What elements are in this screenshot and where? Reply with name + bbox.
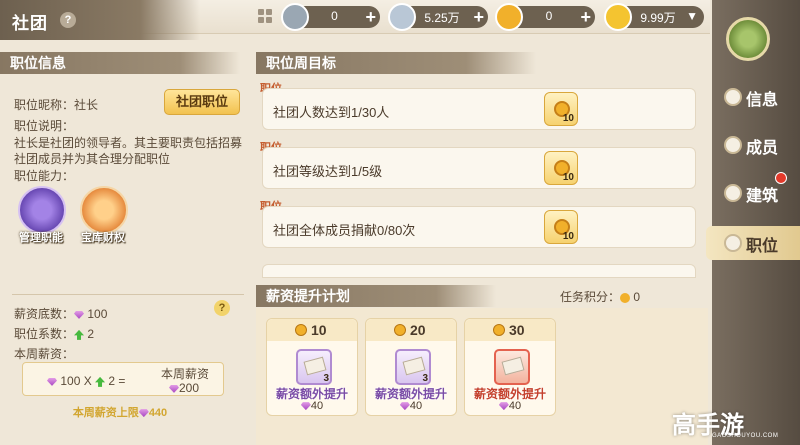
- nav-item-info[interactable]: 信息: [712, 80, 800, 114]
- members-icon: [724, 136, 742, 154]
- chevron-down-icon[interactable]: ▼: [686, 9, 698, 23]
- weekly-salary-label: 本周薪资：: [14, 347, 75, 361]
- title-tab: 社团 ?: [0, 0, 200, 40]
- grid-menu-icon[interactable]: [258, 9, 272, 23]
- goal-card: 社团等级达到1/5级: [262, 147, 696, 189]
- gold-gem-icon: [604, 3, 632, 31]
- arrow-up-icon: [95, 376, 106, 387]
- page-title: 社团: [12, 14, 48, 33]
- goal-card: 社团人数达到1/30人: [262, 88, 696, 130]
- salary-reward-card[interactable]: 20 3 薪资额外提升 40: [365, 318, 457, 416]
- divider: [12, 294, 244, 295]
- weekly-salary-cap: 本周薪资上限 440: [72, 407, 168, 419]
- task-score: 任务积分： 0: [560, 290, 641, 304]
- management-ability-icon[interactable]: [18, 186, 66, 234]
- position-nickname: 职位昵称：社长: [14, 98, 99, 112]
- gold-coin-icon: [495, 3, 523, 31]
- nav-item-members[interactable]: 成员: [712, 128, 800, 162]
- goal-text: 社团全体成员捐献0/80次: [273, 223, 416, 238]
- ability-label: 宝库财权: [81, 232, 125, 244]
- weekly-salary-title: 本周薪资: [161, 367, 210, 381]
- coin-icon: [493, 324, 505, 336]
- position-desc-label: 职位说明：: [14, 119, 75, 133]
- chat-icon: [724, 88, 742, 106]
- club-position-button[interactable]: 社团职位: [164, 89, 240, 115]
- section-title-weekly-goals: 职位周目标: [256, 52, 536, 74]
- silver-medal-icon: [281, 3, 309, 31]
- gem-icon: [169, 384, 179, 393]
- currency-silver-medal: 0 +: [281, 3, 380, 31]
- watermark-url: GAOSHOUYOU.COM: [712, 433, 779, 439]
- salary-help-icon[interactable]: ?: [214, 300, 230, 316]
- book-icon: [494, 349, 530, 385]
- nav-item-position[interactable]: 职位: [706, 226, 800, 260]
- salary-base-row: 薪资底数： 100: [14, 307, 108, 321]
- gem-icon: [138, 409, 149, 418]
- position-ability-label: 职位能力：: [14, 169, 75, 183]
- medal-reward-icon[interactable]: 10: [544, 92, 578, 126]
- notification-badge: [775, 172, 787, 184]
- gem-icon: [399, 402, 410, 411]
- compass-icon[interactable]: [726, 17, 770, 61]
- section-title-salary-plan: 薪资提升计划: [256, 285, 496, 307]
- gem-icon: [47, 377, 57, 386]
- building-icon: [724, 184, 742, 202]
- add-currency-button[interactable]: +: [580, 6, 591, 28]
- treasury-ability-icon[interactable]: [80, 186, 128, 234]
- coin-icon: [620, 292, 631, 303]
- goal-card: 社团全体成员捐献0/80次: [262, 206, 696, 248]
- gem-icon: [498, 402, 509, 411]
- medal-reward-icon[interactable]: 10: [544, 151, 578, 185]
- scroll-icon: 3: [296, 349, 332, 385]
- salary-reward-card[interactable]: 10 3 薪资额外提升 40: [266, 318, 358, 416]
- position-icon: [724, 234, 742, 252]
- section-title-position-info: 职位信息: [0, 52, 240, 74]
- currency-silver-coin: 5.25万 +: [388, 3, 488, 31]
- currency-gold-coin: 0 +: [495, 3, 595, 31]
- position-description: 社长是社团的领导者。其主要职责包括招募社团成员并为其合理分配职位: [14, 136, 243, 166]
- coin-icon: [295, 324, 307, 336]
- goal-text: 社团等级达到1/5级: [273, 164, 383, 179]
- add-currency-button[interactable]: +: [365, 6, 376, 28]
- side-nav: [712, 0, 800, 445]
- salary-coef-row: 职位系数： 2: [14, 327, 95, 341]
- goal-card-partial: [262, 264, 696, 278]
- gem-icon: [74, 310, 85, 319]
- goal-text: 社团人数达到1/30人: [273, 105, 390, 120]
- salary-reward-card[interactable]: 30 薪资额外提升 40: [464, 318, 556, 416]
- add-currency-button[interactable]: +: [473, 6, 484, 28]
- nav-item-building[interactable]: 建筑: [712, 176, 800, 210]
- currency-gold-gem: 9.99万 ▼: [604, 3, 704, 31]
- salary-formula-box: 100 X 2 = 本周薪资 200: [22, 362, 224, 396]
- coin-icon: [394, 324, 406, 336]
- scroll-icon: 3: [395, 349, 431, 385]
- help-icon[interactable]: ?: [60, 12, 76, 28]
- silver-coin-icon: [388, 3, 416, 31]
- arrow-up-icon: [74, 329, 85, 340]
- medal-reward-icon[interactable]: 10: [544, 210, 578, 244]
- ability-label: 管理职能: [19, 232, 63, 244]
- gem-icon: [300, 402, 311, 411]
